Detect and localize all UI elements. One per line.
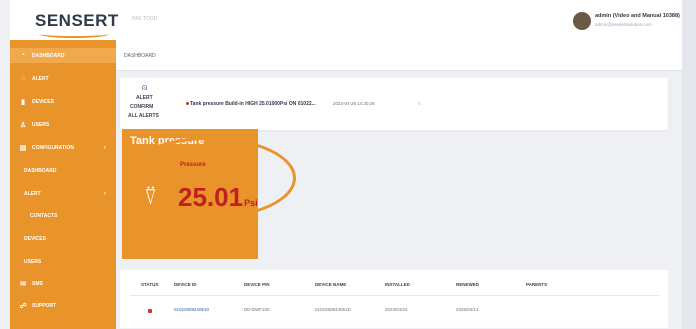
table-cell: 2023/04/23 <box>385 307 408 312</box>
table-cell: DD-BWF100 <box>244 307 270 312</box>
sidebar-item-label: SMS <box>32 280 43 287</box>
table-header: INSTALLED <box>385 282 410 287</box>
devices-icon: ▮ <box>21 98 25 106</box>
sidebar-item-label: DEVICES <box>24 235 46 242</box>
top-bar: SENSERT PAS TOOD admin (Video and Manual… <box>10 0 682 41</box>
sidebar-item-label: USERS <box>32 121 50 128</box>
top-breadcrumb: PAS TOOD <box>132 16 158 22</box>
alert-panel: ⍝ ALERT CONFIRM ALL ALERTS Tank pressure… <box>120 78 668 130</box>
sidebar-item-label: DASHBOARD <box>32 52 65 59</box>
table-header: STATUS <box>141 282 159 287</box>
sidebar-item-alert[interactable]: ◌ ALERT <box>10 71 116 86</box>
sidebar-subitem-dashboard[interactable]: DASHBOARD <box>10 163 116 178</box>
sidebar-item-label: CONFIGURATION <box>32 144 74 151</box>
table-cell: 0102260944051D <box>315 307 351 312</box>
alert-message[interactable]: Tank pressure Build-in HIGH 25.01000Psi … <box>190 101 316 107</box>
highlight-ellipse <box>122 137 296 219</box>
breadcrumb: DASHBOARD <box>116 40 682 71</box>
device-table: STATUS DEVICE ID DEVICE P/N DEVICE NAME … <box>120 270 668 328</box>
close-icon[interactable]: x <box>418 101 421 107</box>
divider <box>130 295 660 296</box>
sidebar-item-users[interactable]: ♙ USERS <box>10 117 116 132</box>
confirm-label[interactable]: CONFIRM <box>130 104 153 110</box>
bell-icon[interactable]: ⍝ <box>142 82 147 93</box>
table-header: PARENTS <box>526 282 548 287</box>
users-icon: ♙ <box>19 121 27 129</box>
sidebar: ◔ DASHBOARD ◌ ALERT ▮ DEVICES ♙ USERS ▤ … <box>10 40 116 329</box>
sms-icon: ✉ <box>20 280 26 288</box>
all-alerts-label[interactable]: ALL ALERTS <box>128 113 159 119</box>
sidebar-item-label: ALERT <box>24 190 41 197</box>
user-email: admin@sensertsolution.com <box>595 22 652 27</box>
alert-label: ALERT <box>136 95 153 101</box>
logo-swoosh <box>39 30 109 38</box>
table-cell: 2026/04/14 <box>456 307 479 312</box>
sidebar-subitem-contacts[interactable]: CONTACTS <box>10 208 116 223</box>
sidebar-item-label: DEVICES <box>32 98 54 105</box>
logo: SENSERT <box>35 11 119 30</box>
alert-time: 2023-04-28 14:30:26 <box>333 101 375 106</box>
alert-dot-icon <box>186 102 189 105</box>
sidebar-item-support[interactable]: ☍ SUPPORT <box>10 298 116 313</box>
window-edge <box>682 0 696 329</box>
breadcrumb-current[interactable]: DASHBOARD <box>124 53 156 59</box>
chevron-icon: ‹ <box>104 190 106 197</box>
chevron-down-icon: ‹ <box>104 144 106 151</box>
sidebar-subitem-alert[interactable]: ALERT ‹ <box>10 186 116 201</box>
table-cell-device-id[interactable]: 01022609440510 <box>174 307 209 312</box>
user-name[interactable]: admin (Video and Manual 10388) <box>595 13 680 19</box>
sidebar-subitem-users[interactable]: USERS <box>10 254 116 269</box>
table-header: DEVICE P/N <box>244 282 270 287</box>
avatar[interactable] <box>573 12 591 30</box>
sidebar-item-label: SUPPORT <box>32 302 57 309</box>
dashboard-icon: ◔ <box>20 52 26 59</box>
sidebar-item-label: USERS <box>24 258 42 265</box>
sidebar-item-label: ALERT <box>32 75 49 82</box>
sidebar-item-dashboard[interactable]: ◔ DASHBOARD <box>10 48 116 63</box>
table-header: RENEWED <box>456 282 480 287</box>
sidebar-item-sms[interactable]: ✉ SMS <box>10 276 116 291</box>
support-icon: ☍ <box>19 302 27 310</box>
table-header: DEVICE NAME <box>315 282 347 287</box>
table-header: DEVICE ID <box>174 282 197 287</box>
sidebar-item-label: DASHBOARD <box>24 167 57 174</box>
status-icon <box>148 309 152 313</box>
sidebar-item-label: CONTACTS <box>30 212 58 219</box>
sidebar-item-configuration[interactable]: ▤ CONFIGURATION ‹ <box>10 140 116 155</box>
sidebar-item-devices[interactable]: ▮ DEVICES <box>10 94 116 109</box>
alert-icon: ◌ <box>20 75 26 82</box>
config-icon: ▤ <box>19 144 27 152</box>
sidebar-subitem-devices[interactable]: DEVICES <box>10 231 116 246</box>
